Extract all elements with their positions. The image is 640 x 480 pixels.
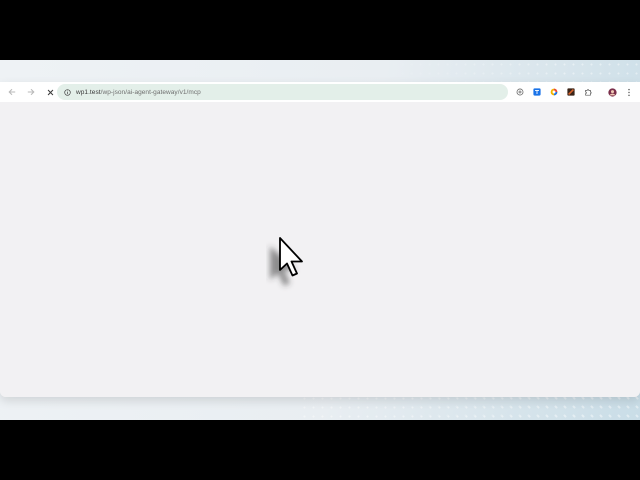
cursor-arrow-icon xyxy=(270,237,303,286)
color-wheel-extension-button[interactable] xyxy=(546,84,562,100)
stop-loading-button[interactable] xyxy=(42,84,58,100)
mouse-cursor xyxy=(266,236,314,292)
page-viewport[interactable] xyxy=(0,102,640,397)
browser-window: wp1.test/wp-json/ai-agent-gateway/v1/mcp xyxy=(0,82,640,397)
translate-extension-icon xyxy=(533,88,541,96)
profile-avatar xyxy=(607,87,617,97)
desktop-background: wp1.test/wp-json/ai-agent-gateway/v1/mcp xyxy=(0,60,640,420)
profile-button[interactable] xyxy=(604,84,620,100)
puzzle-icon xyxy=(585,89,592,96)
translate-extension-button[interactable] xyxy=(529,84,545,100)
lens-button[interactable] xyxy=(512,84,528,100)
kebab-menu-icon xyxy=(628,88,630,96)
lens-icon xyxy=(516,88,524,96)
extensions-area xyxy=(511,82,640,102)
arrow-right-icon xyxy=(27,88,35,96)
close-icon xyxy=(47,89,53,95)
url-host: wp1.test xyxy=(76,88,101,96)
letterbox-bottom xyxy=(0,420,640,480)
browser-toolbar: wp1.test/wp-json/ai-agent-gateway/v1/mcp xyxy=(0,82,640,102)
browser-menu-button[interactable] xyxy=(621,84,637,100)
dark-extension-icon xyxy=(567,88,575,96)
url-path: /wp-json/ai-agent-gateway/v1/mcp xyxy=(100,88,201,96)
color-wheel-extension-icon xyxy=(550,88,558,96)
back-button[interactable] xyxy=(4,84,20,100)
arrow-left-icon xyxy=(8,88,16,96)
letterbox-top xyxy=(0,0,640,60)
info-circle-icon xyxy=(63,88,71,96)
site-info-button[interactable] xyxy=(60,85,74,99)
extensions-menu-button[interactable] xyxy=(580,84,596,100)
forward-button[interactable] xyxy=(23,84,39,100)
url-text: wp1.test/wp-json/ai-agent-gateway/v1/mcp xyxy=(76,89,201,96)
dark-extension-button[interactable] xyxy=(563,84,579,100)
background-dot-pattern-bottom xyxy=(300,394,640,420)
address-bar[interactable]: wp1.test/wp-json/ai-agent-gateway/v1/mcp xyxy=(57,84,508,100)
